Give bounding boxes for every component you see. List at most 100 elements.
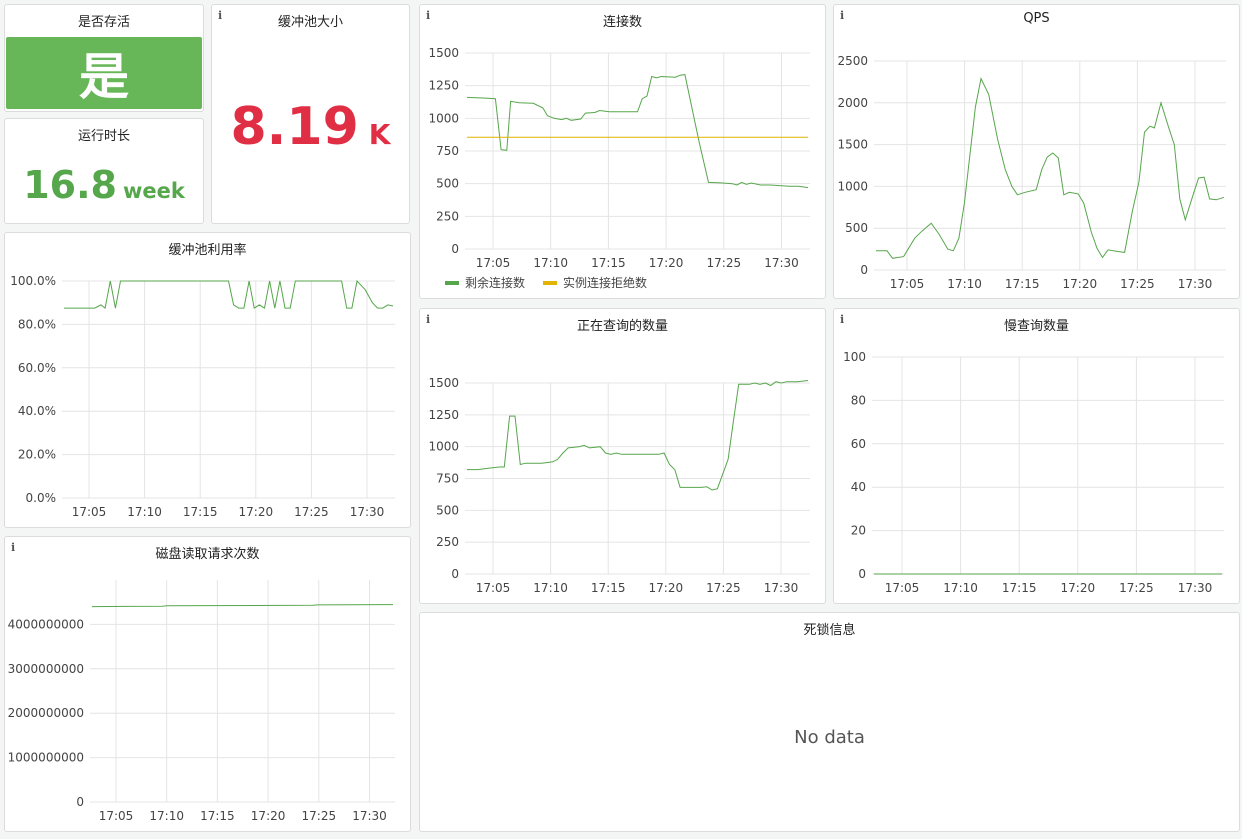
slow-queries-chart: 0 20 40 60 80 100 17:05 17:10 17:15 17:20 17:25 17:… xyxy=(843,350,1224,595)
legend-item[interactable]: 实例连接拒绝数 xyxy=(543,274,647,291)
x-tick-label: 17:10 xyxy=(127,505,162,519)
series-line xyxy=(467,380,809,491)
x-tick-label: 17:05 xyxy=(476,256,511,270)
x-tick-label: 17:20 xyxy=(251,809,286,823)
qps-chart: 0 500 1000 1500 2000 2500 17:05 17:10 17:15 17:20… xyxy=(837,54,1226,291)
panel-slow-queries: i 慢查询数量 0 20 40 60 80 100 17:05 17:10 17:15 17:20… xyxy=(833,308,1240,604)
y-tick-label: 80 xyxy=(851,393,866,407)
y-tick-label: 0.0% xyxy=(26,491,57,505)
x-tick-label: 17:25 xyxy=(707,256,742,270)
y-tick-label: 0 xyxy=(860,263,868,277)
y-tick-label: 1000000000 xyxy=(8,751,84,765)
y-tick-label: 2000 xyxy=(837,96,868,110)
x-tick-label: 17:30 xyxy=(352,809,387,823)
y-tick-label: 100 xyxy=(843,350,866,364)
alive-value: 是 xyxy=(79,48,129,106)
series-line xyxy=(91,604,394,608)
x-tick-label: 17:20 xyxy=(1063,277,1098,291)
panel-deadlock: 死锁信息 No data xyxy=(419,612,1240,832)
x-tick-label: 17:15 xyxy=(1005,277,1040,291)
legend-swatch xyxy=(445,280,459,285)
y-tick-label: 60.0% xyxy=(18,361,56,375)
y-tick-label: 500 xyxy=(436,177,459,191)
y-tick-label: 0 xyxy=(858,567,866,581)
y-tick-label: 750 xyxy=(436,472,459,486)
y-tick-label: 250 xyxy=(436,535,459,549)
y-tick-label: 1000 xyxy=(837,179,868,193)
buffer-pool-size-stat: 8.19 K xyxy=(212,97,409,157)
y-tick-label: 750 xyxy=(436,144,459,158)
y-tick-label: 60 xyxy=(851,437,866,451)
x-tick-label: 17:30 xyxy=(1178,277,1213,291)
y-tick-label: 20.0% xyxy=(18,448,56,462)
x-tick-label: 17:15 xyxy=(183,505,218,519)
uptime-value: 16.8 xyxy=(23,163,117,207)
x-tick-label: 17:05 xyxy=(885,581,920,595)
x-tick-label: 17:15 xyxy=(200,809,235,823)
y-tick-label: 1500 xyxy=(428,46,459,60)
x-tick-label: 17:20 xyxy=(649,256,684,270)
panel-disk-reads: i 磁盘读取请求次数 0 1000000000 2000000000 30000000… xyxy=(4,536,411,832)
legend-item[interactable]: 剩余连接数 xyxy=(445,274,525,291)
x-tick-label: 17:05 xyxy=(890,277,925,291)
y-tick-label: 80.0% xyxy=(18,317,56,331)
buffer-pool-usage-chart: 0.0% 20.0% 40.0% 60.0% 80.0% 100.0% 17:05 17:10… xyxy=(10,274,395,519)
disk-reads-chart: 0 1000000000 2000000000 3000000000 400000000… xyxy=(8,580,395,823)
x-tick-label: 17:25 xyxy=(294,505,329,519)
alive-status-box: 是 xyxy=(6,37,202,109)
x-tick-label: 17:20 xyxy=(239,505,274,519)
panel-title: 是否存活 xyxy=(77,15,130,30)
legend-label: 实例连接拒绝数 xyxy=(563,276,648,290)
legend-label: 剩余连接数 xyxy=(465,276,526,290)
y-tick-label: 3000000000 xyxy=(8,662,84,676)
x-tick-label: 17:15 xyxy=(591,581,626,595)
y-tick-label: 1250 xyxy=(428,408,459,422)
panel-buffer-pool-size: i 缓冲池大小 8.19 K xyxy=(211,4,410,224)
buffer-pool-size-unit: K xyxy=(368,118,391,151)
x-tick-label: 17:05 xyxy=(72,505,107,519)
y-tick-label: 0 xyxy=(76,795,84,809)
panel-title: 缓冲池大小 xyxy=(277,15,343,30)
x-tick-label: 17:30 xyxy=(764,581,799,595)
y-tick-label: 40.0% xyxy=(18,404,56,418)
panel-uptime: 运行时长 16.8 week xyxy=(4,118,204,224)
y-tick-label: 250 xyxy=(436,209,459,223)
y-tick-label: 1250 xyxy=(428,79,459,93)
panel-qps: i QPS 0 500 1000 1500 2000 2500 17:05 17:10 17:1… xyxy=(833,4,1240,299)
x-tick-label: 17:15 xyxy=(1002,581,1037,595)
uptime-stat: 16.8 week xyxy=(5,163,203,207)
legend-swatch xyxy=(543,280,558,285)
panel-buffer-pool-usage: 缓冲池利用率 0.0% 20.0% 40.0% 60.0% 80.0% 100.0% 17:… xyxy=(4,232,411,528)
x-tick-label: 17:25 xyxy=(302,809,337,823)
y-tick-label: 20 xyxy=(851,524,866,538)
y-tick-label: 2000000000 xyxy=(8,706,84,720)
x-tick-label: 17:05 xyxy=(99,809,134,823)
panel-running-queries: i 正在查询的数量 0 250 500 750 1000 1250 1500 17:05 17:… xyxy=(419,308,826,604)
x-tick-label: 17:20 xyxy=(649,581,684,595)
x-tick-label: 17:10 xyxy=(947,277,982,291)
y-tick-label: 40 xyxy=(851,480,866,494)
running-queries-chart: 0 250 500 750 1000 1250 1500 17:05 17:10 17:15 17:… xyxy=(428,376,810,595)
y-tick-label: 4000000000 xyxy=(8,617,84,631)
y-tick-label: 500 xyxy=(845,221,868,235)
x-tick-label: 17:10 xyxy=(533,256,568,270)
y-tick-label: 2500 xyxy=(837,54,868,68)
x-tick-label: 17:25 xyxy=(1119,581,1154,595)
y-tick-label: 1000 xyxy=(428,111,459,125)
panel-title: 死锁信息 xyxy=(803,623,856,638)
series-line xyxy=(876,77,1225,259)
y-tick-label: 100.0% xyxy=(10,274,56,288)
y-tick-label: 1500 xyxy=(428,376,459,390)
no-data-message: No data xyxy=(794,727,865,748)
series-line xyxy=(466,74,809,189)
x-tick-label: 17:30 xyxy=(1178,581,1213,595)
panel-title: 运行时长 xyxy=(77,129,130,144)
connections-legend: 剩余连接数 实例连接拒绝数 xyxy=(445,274,647,291)
x-tick-label: 17:30 xyxy=(764,256,799,270)
y-tick-label: 0 xyxy=(451,567,459,581)
connections-chart: 0 250 500 750 1000 1250 1500 17:05 17:10 17:15 17:… xyxy=(428,46,810,270)
x-tick-label: 17:10 xyxy=(149,809,184,823)
buffer-pool-size-value: 8.19 xyxy=(230,97,359,157)
x-tick-label: 17:10 xyxy=(533,581,568,595)
x-tick-label: 17:05 xyxy=(476,581,511,595)
